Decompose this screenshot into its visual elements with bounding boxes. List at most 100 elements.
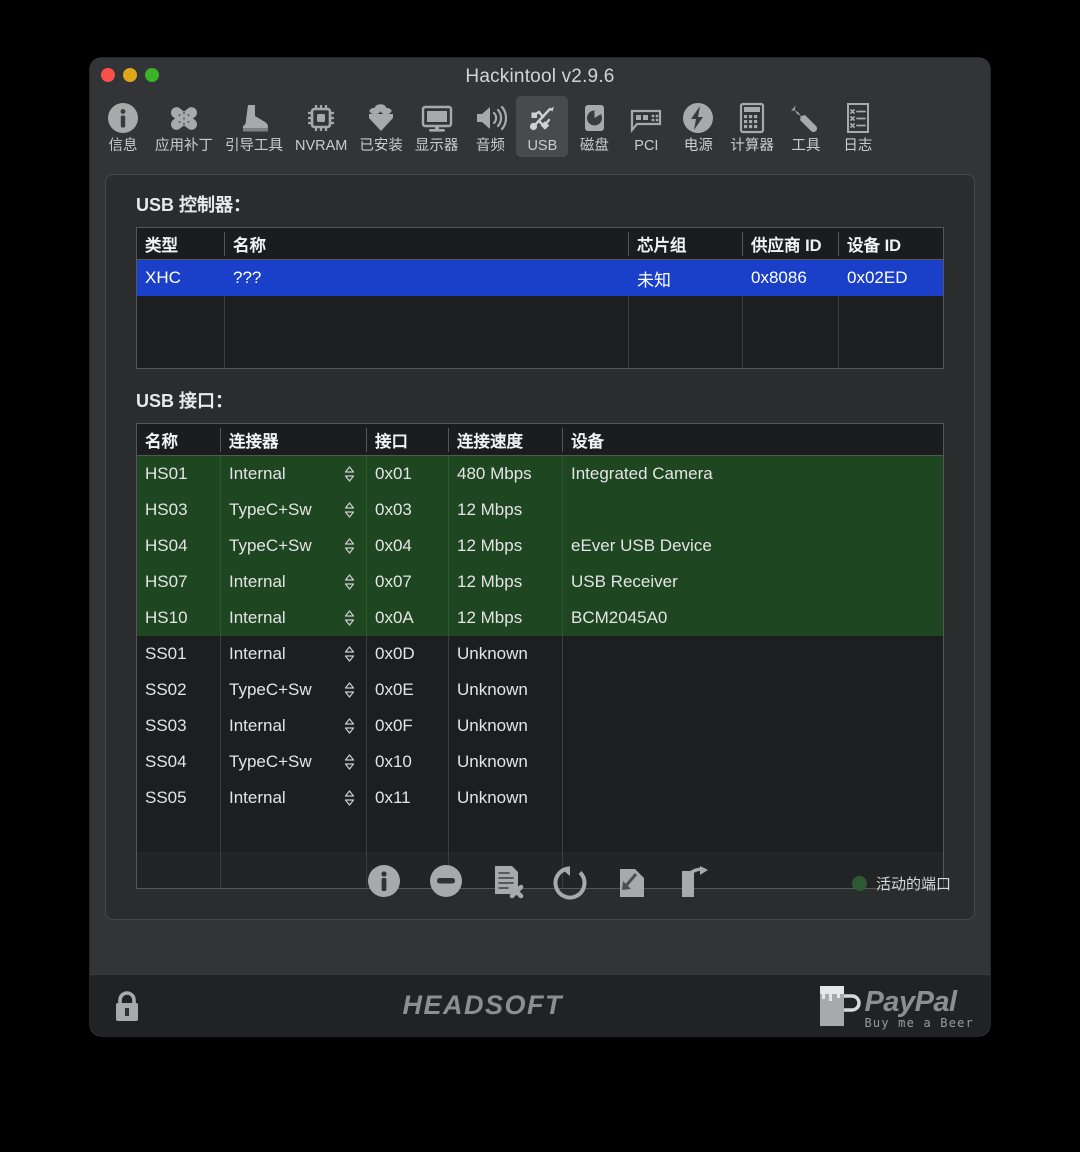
connector-stepper[interactable] <box>343 752 356 772</box>
toolbar-item-installed[interactable]: 已安装 <box>353 96 409 157</box>
cell-vendor-id: 0x8086 <box>743 260 839 296</box>
refresh-button[interactable] <box>550 863 590 903</box>
table-row[interactable]: HS04 TypeC+Sw 0x04 12 Mbps eEver USB Device <box>137 528 943 564</box>
log-list-icon <box>838 100 878 136</box>
toolbar-item-nvram[interactable]: NVRAM <box>289 96 353 157</box>
window-title: Hackintool v2.9.6 <box>465 66 615 87</box>
table-row[interactable]: XHC ??? 未知 0x8086 0x02ED <box>137 260 943 296</box>
cell-connector[interactable]: TypeC+Sw <box>221 744 367 780</box>
action-bar: 活动的端口 <box>106 855 974 911</box>
table-row[interactable]: HS03 TypeC+Sw 0x03 12 Mbps <box>137 492 943 528</box>
toolbar-item-display[interactable]: 显示器 <box>409 96 465 157</box>
cell-connector[interactable]: Internal <box>221 708 367 744</box>
column-header-connector[interactable]: 连接器 <box>221 427 367 452</box>
column-header-type[interactable]: 类型 <box>137 231 225 256</box>
headsoft-wordmark: HEADSOFT <box>402 990 563 1020</box>
toolbar-item-log[interactable]: 日志 <box>832 96 884 157</box>
table-row[interactable]: SS05 Internal 0x11 Unknown <box>137 780 943 816</box>
info-button[interactable] <box>364 863 404 903</box>
table-row[interactable]: HS01 Internal 0x01 480 Mbps Integrated Camer… <box>137 456 943 492</box>
connector-stepper[interactable] <box>343 500 356 520</box>
column-header-device[interactable]: 设备 <box>563 428 939 452</box>
column-header-name[interactable]: 名称 <box>225 231 629 256</box>
toolbar-item-disk[interactable]: 磁盘 <box>568 96 620 157</box>
cell-speed: 12 Mbps <box>449 492 563 528</box>
column-header-vendor-id[interactable]: 供应商 ID <box>743 231 839 256</box>
cell-connector[interactable]: TypeC+Sw <box>221 528 367 564</box>
toolbar-item-patches[interactable]: 应用补丁 <box>149 96 219 157</box>
column-header-chipset[interactable]: 芯片组 <box>629 231 743 256</box>
document-x-icon <box>490 863 526 904</box>
connector-stepper[interactable] <box>343 464 356 484</box>
table-row[interactable]: HS10 Internal 0x0A 12 Mbps BCM2045A0 <box>137 600 943 636</box>
import-document-icon <box>620 869 644 897</box>
cell-connector[interactable]: Internal <box>221 636 367 672</box>
table-row-empty[interactable] <box>137 332 943 368</box>
cell-speed: Unknown <box>449 744 563 780</box>
connector-stepper[interactable] <box>343 788 356 808</box>
column-header-port[interactable]: 接口 <box>367 427 449 452</box>
connector-stepper[interactable] <box>343 644 356 664</box>
toolbar-item-boot[interactable]: 引导工具 <box>219 96 289 157</box>
clear-button[interactable] <box>488 863 528 903</box>
pci-card-icon <box>626 100 666 136</box>
toolbar-item-power[interactable]: 电源 <box>672 96 724 157</box>
connector-value: TypeC+Sw <box>229 500 312 519</box>
headsoft-logo: HEADSOFT <box>148 990 817 1021</box>
cell-connector[interactable]: Internal <box>221 600 367 636</box>
cell-port-address: 0x04 <box>367 528 449 564</box>
cell-port-name: HS03 <box>137 492 221 528</box>
toolbar-label: PCI <box>634 138 659 154</box>
cell-connector[interactable]: Internal <box>221 456 367 492</box>
cell-connector[interactable]: TypeC+Sw <box>221 672 367 708</box>
cell-speed: Unknown <box>449 780 563 816</box>
cell-connector[interactable]: Internal <box>221 780 367 816</box>
table-row[interactable]: SS01 Internal 0x0D Unknown <box>137 636 943 672</box>
toolbar-item-pci[interactable]: PCI <box>620 96 672 157</box>
connector-stepper[interactable] <box>343 572 356 592</box>
cell-port-name: SS05 <box>137 780 221 816</box>
table-row[interactable]: HS07 Internal 0x07 12 Mbps USB Receiver <box>137 564 943 600</box>
cell-empty <box>629 332 743 368</box>
connector-value: Internal <box>229 716 286 735</box>
remove-button[interactable] <box>426 863 466 903</box>
cell-device <box>563 492 939 528</box>
beer-mug-icon <box>820 985 862 1026</box>
toolbar-item-calculator[interactable]: 计算器 <box>724 96 780 157</box>
cell-speed: 12 Mbps <box>449 564 563 600</box>
cell-connector[interactable]: Internal <box>221 564 367 600</box>
toolbar-item-tools[interactable]: 工具 <box>780 96 832 157</box>
toolbar-item-usb[interactable]: USB <box>516 96 569 157</box>
table-row-empty[interactable] <box>137 296 943 332</box>
connector-stepper[interactable] <box>343 716 356 736</box>
table-row[interactable]: SS04 TypeC+Sw 0x10 Unknown <box>137 744 943 780</box>
column-header-speed[interactable]: 连接速度 <box>449 427 563 452</box>
cell-device <box>563 672 939 708</box>
cell-device: Integrated Camera <box>571 464 713 483</box>
speaker-icon <box>470 100 510 136</box>
connector-stepper[interactable] <box>343 536 356 556</box>
cell-device <box>563 708 939 744</box>
import-button[interactable] <box>612 863 652 903</box>
cell-empty <box>563 816 939 852</box>
table-row[interactable]: SS02 TypeC+Sw 0x0E Unknown <box>137 672 943 708</box>
column-header-name[interactable]: 名称 <box>137 427 221 452</box>
table-row[interactable]: SS03 Internal 0x0F Unknown <box>137 708 943 744</box>
toolbar-label: 已安装 <box>359 138 403 154</box>
column-header-device-id[interactable]: 设备 ID <box>839 232 935 256</box>
toolbar-item-info[interactable]: 信息 <box>97 96 149 157</box>
table-row-empty[interactable] <box>137 816 943 852</box>
cell-empty <box>225 296 629 332</box>
cell-connector[interactable]: TypeC+Sw <box>221 492 367 528</box>
toolbar-item-audio[interactable]: 音频 <box>464 96 516 157</box>
cell-empty <box>225 332 629 368</box>
cell-device <box>563 636 939 672</box>
paypal-donate-button[interactable]: PayPal Buy me a Beer <box>817 982 974 1030</box>
lock-button[interactable] <box>112 986 148 1026</box>
export-button[interactable] <box>674 863 714 903</box>
cell-device <box>563 780 939 816</box>
connector-value: TypeC+Sw <box>229 680 312 699</box>
connector-stepper[interactable] <box>343 608 356 628</box>
toolbar-label: 信息 <box>108 138 138 154</box>
connector-stepper[interactable] <box>343 680 356 700</box>
